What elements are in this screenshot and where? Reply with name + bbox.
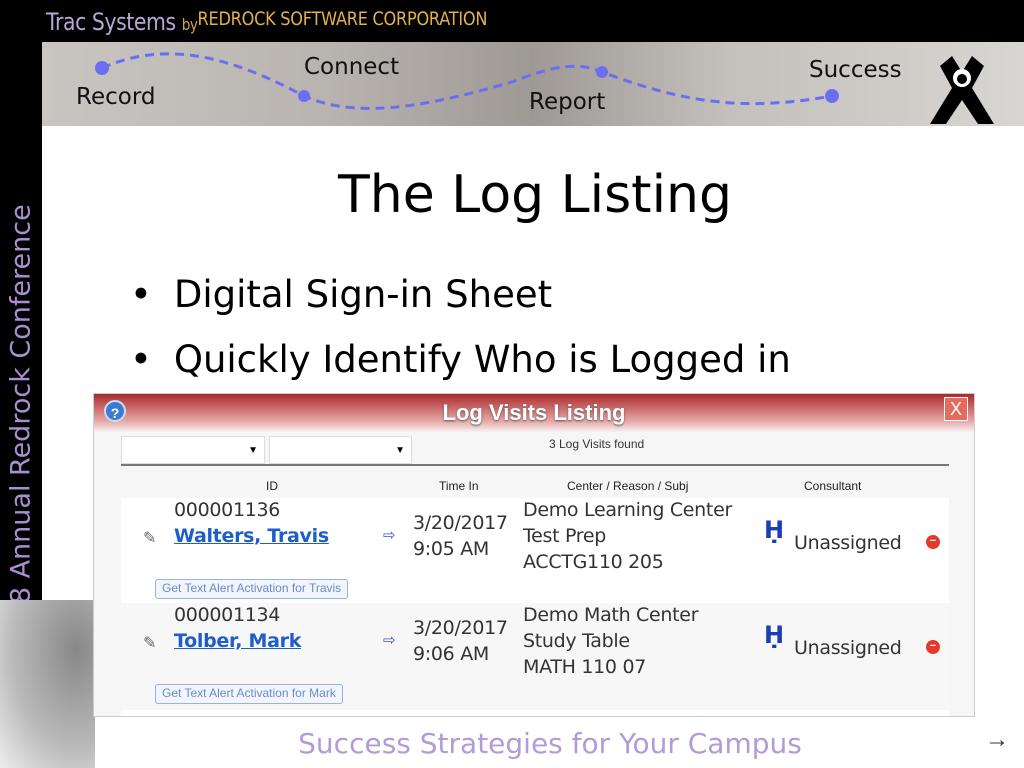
remove-icon[interactable]: −: [926, 640, 940, 654]
visit-id: 000001136: [174, 499, 281, 521]
column-header-center: Center / Reason / Subj: [567, 479, 689, 493]
stage-dot: [95, 61, 109, 75]
visit-subject: ACCTG110 205: [523, 551, 664, 573]
slide-title: The Log Listing: [338, 165, 732, 225]
text-alert-button[interactable]: Get Text Alert Activation for Mark: [155, 684, 343, 704]
center-name: Demo Learning Center: [523, 499, 732, 521]
student-name-link[interactable]: Tolber, Mark: [174, 630, 301, 652]
stage-report: Report: [529, 89, 606, 115]
stage-record: Record: [76, 84, 156, 110]
next-arrow-icon[interactable]: →: [985, 726, 1009, 754]
time-in-date: 3/20/2017: [413, 512, 508, 534]
logout-icon[interactable]: ⇨: [383, 526, 396, 544]
column-header-id: ID: [266, 479, 278, 493]
stage-dot: [596, 66, 608, 78]
visit-subject: MATH 110 07: [523, 656, 647, 678]
consultant-icon[interactable]: Ḥ: [764, 516, 784, 544]
pencil-icon[interactable]: ✎: [143, 528, 156, 547]
stage-connect: Connect: [304, 54, 400, 80]
journey-banner: Record Connect Report Success: [42, 42, 1024, 126]
visit-reason: Study Table: [523, 630, 630, 652]
mascot-logo-icon: [930, 56, 994, 124]
center-name: Demo Math Center: [523, 604, 699, 626]
results-count: 3 Log Visits found: [549, 437, 645, 451]
logout-icon[interactable]: ⇨: [383, 631, 396, 649]
visit-reason: Test Prep: [523, 525, 607, 547]
consultant-name[interactable]: Unassigned: [794, 532, 902, 554]
dialog-header: ? Log Visits Listing X: [94, 394, 974, 432]
filter-select-1[interactable]: ▼: [121, 436, 265, 464]
bullet-item: Quickly Identify Who is Logged in: [130, 338, 791, 381]
log-visits-dialog: ? Log Visits Listing X ▼ ▼ 3 Log Visits …: [93, 393, 975, 717]
stage-dot: [825, 89, 839, 103]
brand-logo: Trac Systems by REDROCK SOFTWARE CORPORA…: [46, 8, 488, 36]
top-bar: Trac Systems by REDROCK SOFTWARE CORPORA…: [0, 0, 1024, 42]
dialog-title: Log Visits Listing: [442, 400, 626, 425]
visit-id: 000001134: [174, 604, 281, 626]
divider: [121, 464, 949, 466]
footer-tagline: Success Strategies for Your Campus: [298, 727, 802, 760]
column-header-time-in: Time In: [439, 479, 479, 493]
close-button[interactable]: X: [944, 397, 968, 421]
filter-select-2[interactable]: ▼: [269, 436, 412, 464]
remove-icon[interactable]: −: [926, 535, 940, 549]
stage-success: Success: [809, 57, 902, 83]
consultant-name[interactable]: Unassigned: [794, 637, 902, 659]
pencil-icon[interactable]: ✎: [143, 633, 156, 652]
time-in-time: 9:05 AM: [413, 538, 489, 560]
column-header-consultant: Consultant: [804, 479, 862, 493]
conference-label: 2018 Annual Redrock Conference: [5, 204, 37, 656]
chevron-down-icon: ▼: [248, 445, 258, 456]
time-in-date: 3/20/2017: [413, 617, 508, 639]
stage-dot: [298, 90, 310, 102]
consultant-icon[interactable]: Ḥ: [764, 621, 784, 649]
text-alert-button[interactable]: Get Text Alert Activation for Travis: [155, 579, 349, 599]
student-name-link[interactable]: Walters, Travis: [174, 525, 329, 547]
time-in-time: 9:06 AM: [413, 643, 489, 665]
table-row-partial: [121, 710, 949, 716]
chevron-down-icon: ▼: [395, 445, 405, 456]
bullet-item: Digital Sign-in Sheet: [130, 273, 552, 316]
